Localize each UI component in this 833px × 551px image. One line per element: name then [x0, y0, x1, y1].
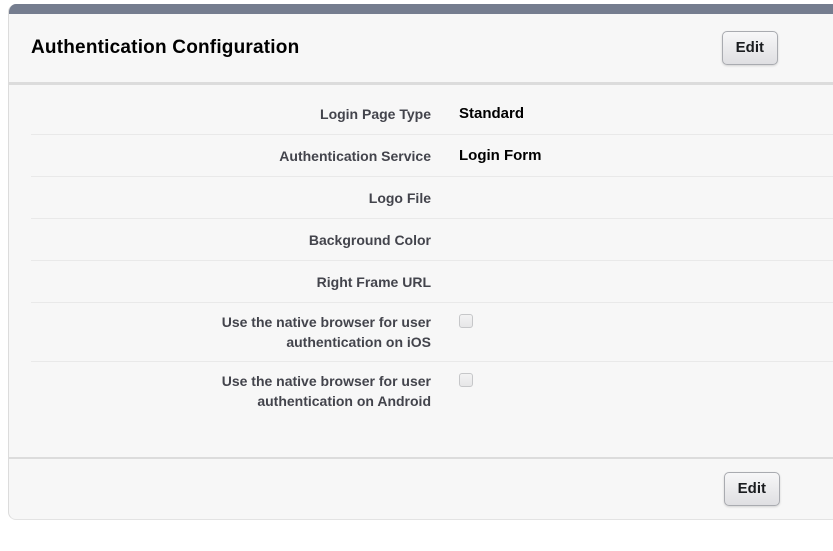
field-label: Login Page Type: [31, 104, 431, 124]
panel-top-accent-bar: [9, 4, 833, 14]
field-row-native-browser-ios: Use the native browser for user authenti…: [31, 303, 833, 362]
panel-footer: Edit: [9, 457, 833, 519]
panel-header: Authentication Configuration Edit: [9, 14, 833, 85]
field-value: Standard: [459, 105, 833, 122]
field-label: Logo File: [31, 188, 431, 208]
page-title: Authentication Configuration: [31, 37, 299, 59]
ios-native-browser-checkbox[interactable]: [459, 314, 473, 328]
edit-button-top[interactable]: Edit: [722, 31, 778, 65]
field-label: Use the native browser for user authenti…: [31, 371, 431, 411]
field-label: Right Frame URL: [31, 272, 431, 292]
field-value: Login Form: [459, 147, 833, 164]
field-label: Use the native browser for user authenti…: [31, 312, 431, 352]
field-label: Authentication Service: [31, 146, 431, 166]
field-label: Background Color: [31, 230, 431, 250]
field-row-right-frame-url: Right Frame URL: [31, 261, 833, 303]
field-row-native-browser-android: Use the native browser for user authenti…: [31, 362, 833, 420]
field-value: [459, 312, 833, 332]
field-row-login-page-type: Login Page Type Standard: [31, 93, 833, 135]
body-spacer: [9, 420, 833, 457]
field-row-authentication-service: Authentication Service Login Form: [31, 135, 833, 177]
detail-section: Login Page Type Standard Authentication …: [9, 85, 833, 457]
edit-button-bottom[interactable]: Edit: [724, 472, 780, 506]
field-row-background-color: Background Color: [31, 219, 833, 261]
authentication-configuration-panel: Authentication Configuration Edit Login …: [8, 4, 833, 520]
android-native-browser-checkbox[interactable]: [459, 373, 473, 387]
field-row-logo-file: Logo File: [31, 177, 833, 219]
field-value: [459, 371, 833, 391]
